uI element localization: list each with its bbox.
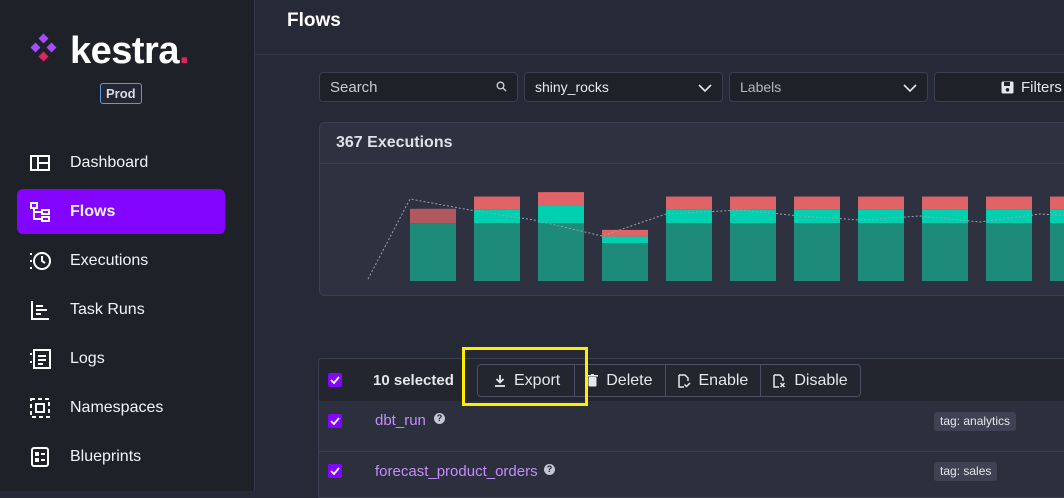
chart-bar-segment[interactable] <box>602 243 648 281</box>
help-icon[interactable]: ? <box>544 464 555 475</box>
nav-item-label: Executions <box>70 251 149 269</box>
namespaces-icon <box>29 397 51 419</box>
executions-chart <box>367 192 1064 281</box>
filters-label: Filters <box>1021 78 1062 96</box>
delete-button[interactable]: Delete <box>575 365 666 396</box>
row-checkbox[interactable] <box>328 414 342 428</box>
flows-icon <box>29 201 51 223</box>
page-title: Flows <box>287 10 341 31</box>
chevron-down-icon <box>698 79 712 96</box>
trash-icon <box>587 374 599 387</box>
executions-icon <box>29 250 51 272</box>
chart-bar-segment[interactable] <box>730 223 776 281</box>
labels-placeholder: Labels <box>740 79 782 95</box>
nav-item-dashboard[interactable]: Dashboard <box>17 140 225 185</box>
nav-item-label: Logs <box>70 349 105 367</box>
bulk-actions: Export Delete Enable Disable <box>477 364 861 397</box>
nav-item-task-runs[interactable]: Task Runs <box>17 287 225 332</box>
filters-button[interactable]: Filters <box>934 72 1064 102</box>
select-all-checkbox[interactable] <box>328 373 342 387</box>
selected-count: 10 selected <box>373 372 454 389</box>
task-runs-icon <box>29 299 51 321</box>
delete-label: Delete <box>606 371 653 389</box>
search-icon <box>496 79 507 96</box>
nav-item-label: Dashboard <box>70 153 149 171</box>
chart-bar-segment[interactable] <box>538 192 584 206</box>
save-icon <box>1001 81 1014 94</box>
nav-item-logs[interactable]: Logs <box>17 336 225 381</box>
nav-item-executions[interactable]: Executions <box>17 238 225 283</box>
logs-icon <box>29 348 51 370</box>
chart-bar-segment[interactable] <box>730 209 776 224</box>
sidebar: kestra. Prod Dashboard Flows Executions <box>0 0 255 491</box>
help-icon[interactable]: ? <box>434 413 445 424</box>
nav-item-namespaces[interactable]: Namespaces <box>17 385 225 430</box>
nav-item-label: Task Runs <box>70 300 145 318</box>
chart-bar-segment[interactable] <box>986 196 1032 210</box>
chart-bar-segment[interactable] <box>986 223 1032 281</box>
export-button[interactable]: Export <box>478 365 576 396</box>
chart-bar-segment[interactable] <box>474 223 520 281</box>
namespace-value: shiny_rocks <box>535 79 609 95</box>
executions-chart-panel: 367 Executions <box>319 122 1064 296</box>
environment-badge: Prod <box>100 83 142 104</box>
download-icon <box>494 374 506 387</box>
export-label: Export <box>514 371 561 389</box>
nav-item-label: Namespaces <box>70 398 164 416</box>
namespace-select[interactable]: shiny_rocks <box>524 72 723 102</box>
chart-bar-segment[interactable] <box>1050 209 1064 224</box>
brand-name: kestra. <box>70 30 190 72</box>
nav-item-label: Blueprints <box>70 447 142 465</box>
chart-bar-segment[interactable] <box>922 223 968 281</box>
chart-bar-segment[interactable] <box>666 196 712 210</box>
chart-bar-segment[interactable] <box>858 196 904 210</box>
nav-item-label: Flows <box>70 202 116 220</box>
chart-bar-segment[interactable] <box>1050 223 1064 281</box>
chart-bar-segment[interactable] <box>730 196 776 210</box>
kestra-logo-icon <box>30 33 62 69</box>
chart-bar-segment[interactable] <box>858 209 904 224</box>
chart-bar-segment[interactable] <box>666 223 712 281</box>
bulk-action-bar: 10 selected Export Delete Enable Disable <box>319 359 1064 402</box>
flow-tag: tag: sales <box>934 462 998 481</box>
flows-table: 10 selected Export Delete Enable Disable… <box>318 358 1064 498</box>
kestra-logo[interactable]: kestra. <box>30 30 190 73</box>
row-checkbox[interactable] <box>328 464 342 478</box>
chart-bar-segment[interactable] <box>410 208 456 224</box>
enable-button[interactable]: Enable <box>666 365 762 396</box>
chart-bar-segment[interactable] <box>474 209 520 224</box>
flow-tag: tag: analytics <box>934 412 1017 431</box>
chevron-down-icon <box>903 79 917 96</box>
chart-bar-segment[interactable] <box>410 223 456 281</box>
dashboard-icon <box>29 152 51 174</box>
search-input[interactable]: Search <box>319 72 518 102</box>
disable-label: Disable <box>794 371 848 389</box>
flow-link[interactable]: forecast_product_orders <box>375 463 538 480</box>
file-remove-icon <box>773 373 786 388</box>
enable-label: Enable <box>698 371 749 389</box>
main-nav: Dashboard Flows Executions Task Runs Log… <box>17 140 225 483</box>
chart-bar-segment[interactable] <box>474 196 520 210</box>
chart-bar-segment[interactable] <box>538 205 584 224</box>
flow-link[interactable]: dbt_run <box>375 412 426 429</box>
chart-bar-segment[interactable] <box>794 196 840 210</box>
disable-button[interactable]: Disable <box>761 365 859 396</box>
blueprints-icon <box>29 446 51 468</box>
table-row[interactable]: forecast_product_orders ? tag: sales <box>319 452 1064 497</box>
table-row[interactable]: dbt_run ? tag: analytics <box>319 401 1064 452</box>
chart-bar-segment[interactable] <box>602 236 648 244</box>
search-placeholder: Search <box>330 78 378 96</box>
chart-bar-segment[interactable] <box>794 223 840 281</box>
labels-select[interactable]: Labels <box>729 72 928 102</box>
chart-bar-segment[interactable] <box>1050 196 1064 210</box>
chart-bar-segment[interactable] <box>538 223 584 281</box>
page-header: Flows <box>255 0 1064 55</box>
chart-title: 367 Executions <box>320 123 1064 164</box>
file-check-icon <box>677 373 691 388</box>
chart-bar-segment[interactable] <box>922 196 968 210</box>
nav-item-blueprints[interactable]: Blueprints <box>17 434 225 479</box>
chart-bar-segment[interactable] <box>986 209 1032 224</box>
chart-bar-segment[interactable] <box>858 223 904 281</box>
nav-item-flows[interactable]: Flows <box>17 189 225 234</box>
